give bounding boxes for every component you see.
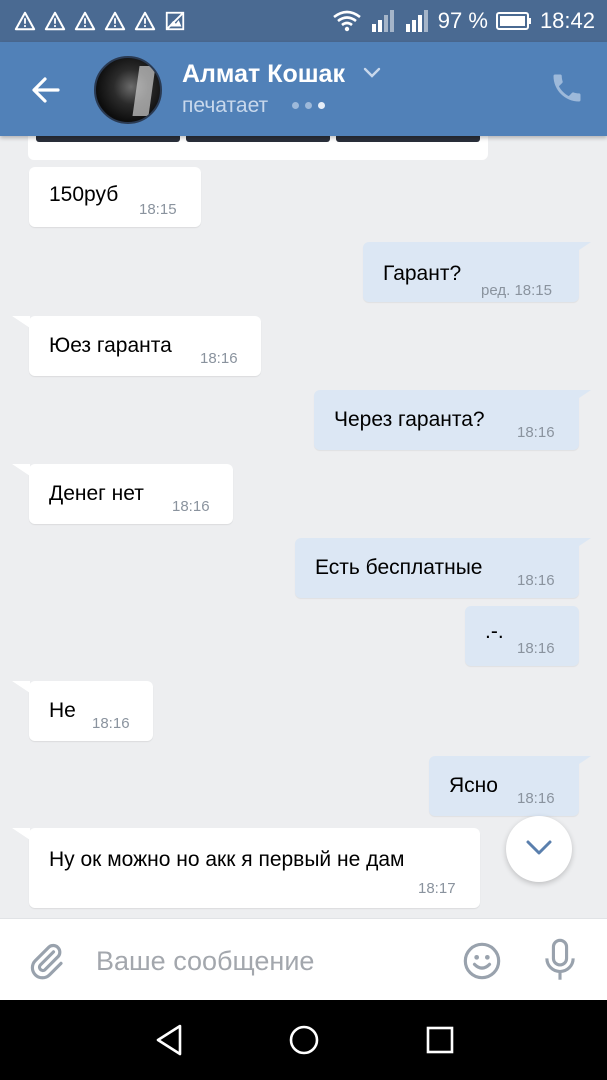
warning-icon — [74, 11, 96, 31]
nav-home-icon[interactable] — [286, 1022, 322, 1058]
battery-icon — [495, 12, 531, 30]
message-text: 150руб — [49, 183, 119, 206]
status-bar: 97 % 18:42 — [0, 0, 607, 42]
message-time: 18:15 — [139, 201, 177, 218]
photo-thumbnail[interactable] — [36, 136, 180, 142]
message-time: 18:16 — [517, 790, 555, 807]
message-bubble-incoming[interactable]: Ну ок можно но акк я первый не дам 18:17 — [29, 828, 480, 908]
photo-attachment[interactable] — [28, 136, 488, 160]
phone-icon[interactable] — [549, 70, 585, 106]
message-time: 18:17 — [418, 880, 456, 897]
chevron-down-icon — [526, 840, 552, 855]
message-text: Есть бесплатные — [315, 556, 483, 579]
warning-icon — [14, 11, 36, 31]
image-icon — [165, 11, 185, 31]
typing-indicator — [292, 102, 325, 109]
emoji-icon[interactable] — [462, 941, 502, 981]
battery-percent: 97 % — [437, 8, 488, 33]
message-bubble-incoming[interactable]: Не 18:16 — [29, 681, 153, 741]
message-bubble-outgoing[interactable]: Есть бесплатные 18:16 — [295, 538, 579, 598]
message-composer — [0, 918, 607, 1000]
scroll-to-bottom-button[interactable] — [506, 816, 572, 882]
message-bubble-incoming[interactable]: 150руб 18:15 — [29, 167, 201, 227]
chat-header: Алмат Кошак печатает — [0, 42, 607, 136]
warning-icon — [104, 11, 126, 31]
message-time: 18:16 — [517, 640, 555, 657]
message-bubble-incoming[interactable]: Юез гаранта 18:16 — [29, 316, 261, 376]
warning-icon — [44, 11, 66, 31]
signal-icon — [405, 10, 428, 32]
message-time: 18:16 — [172, 498, 210, 515]
message-time: 18:16 — [200, 350, 238, 367]
chevron-down-icon[interactable] — [362, 66, 382, 80]
system-nav-bar — [0, 1000, 607, 1080]
photo-thumbnail[interactable] — [336, 136, 480, 142]
message-text: Юез гаранта — [49, 334, 172, 357]
back-arrow-icon[interactable] — [28, 72, 64, 108]
nav-back-icon[interactable] — [152, 1022, 186, 1058]
message-text: Не — [49, 699, 76, 722]
paperclip-icon[interactable] — [26, 941, 66, 981]
message-bubble-outgoing[interactable]: Гарант? ред. 18:15 — [363, 242, 579, 302]
message-input[interactable] — [96, 939, 436, 983]
status-indicators: 97 % 18:42 — [332, 8, 595, 34]
message-text: Ясно — [449, 774, 498, 797]
signal-icon — [371, 10, 394, 32]
contact-status: печатает — [182, 94, 269, 117]
message-bubble-outgoing[interactable]: .-. 18:16 — [465, 606, 579, 666]
message-text: Ну ок можно но акк я первый не дам — [49, 848, 405, 871]
clock: 18:42 — [539, 8, 595, 33]
nav-recent-apps-icon[interactable] — [424, 1024, 456, 1056]
microphone-icon[interactable] — [540, 937, 580, 983]
notification-icons — [14, 10, 186, 32]
message-time: 18:16 — [517, 572, 555, 589]
message-bubble-incoming[interactable]: Денег нет 18:16 — [29, 464, 233, 524]
message-list[interactable]: 150руб 18:15 Гарант? ред. 18:15 Юез гара… — [0, 136, 607, 918]
message-time: ред. 18:15 — [481, 282, 552, 299]
message-time: 18:16 — [92, 715, 130, 732]
photo-thumbnail[interactable] — [186, 136, 330, 142]
warning-icon — [134, 11, 156, 31]
message-text: .-. — [485, 620, 504, 643]
wifi-icon — [332, 10, 361, 32]
message-text: Через гаранта? — [334, 408, 485, 431]
message-text: Денег нет — [49, 482, 144, 505]
contact-name[interactable]: Алмат Кошак — [182, 60, 345, 89]
message-bubble-outgoing[interactable]: Ясно 18:16 — [429, 756, 579, 816]
message-text: Гарант? — [383, 262, 462, 285]
avatar[interactable] — [94, 56, 162, 124]
message-time: 18:16 — [517, 424, 555, 441]
message-bubble-outgoing[interactable]: Через гаранта? 18:16 — [314, 390, 579, 450]
